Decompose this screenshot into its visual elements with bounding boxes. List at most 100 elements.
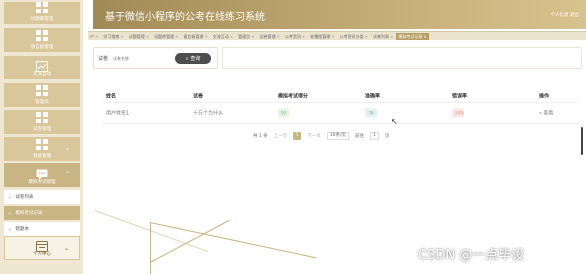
close-icon[interactable]: × — [302, 34, 305, 39]
column-header[interactable]: 试卷 — [193, 93, 203, 100]
tab-item[interactable]: 轮播图管理× — [308, 33, 336, 40]
grid-icon — [36, 30, 48, 41]
tab-item[interactable]: 管理员× — [236, 33, 256, 40]
decorative-line — [149, 219, 230, 263]
search-button[interactable]: ⌕ 查询 — [175, 53, 211, 64]
tab-strip: 户× 学习指南× 试题管理× 试题库管理× 留言板管理× 交流互动× 管理员× … — [88, 31, 586, 40]
sidebar-item-profile[interactable]: 个人中心 ⌄ — [4, 236, 80, 260]
sidebar-item-label: 模拟考试管理 — [28, 180, 56, 185]
close-icon[interactable]: × — [204, 34, 207, 39]
close-icon[interactable]: × — [230, 34, 233, 39]
tab-label: 轮播图管理 — [310, 33, 331, 39]
tab-item[interactable]: 户× — [88, 33, 100, 40]
close-icon[interactable]: × — [175, 34, 178, 39]
column-header[interactable]: 错误率 — [452, 93, 467, 100]
sidebar-item-system[interactable]: 系统管理 ⌄ — [4, 137, 80, 161]
tab-item[interactable]: 试卷管理× — [258, 33, 282, 40]
search-panel: 试卷 ⌕ 查询 — [93, 47, 218, 69]
column-header: 操作 — [539, 93, 550, 100]
column-header[interactable]: 准确率 — [365, 93, 380, 100]
search-toolbar-area — [222, 47, 582, 69]
tab-label: 公考资讯 — [284, 33, 301, 39]
user-links[interactable]: 个人信息 退出 — [551, 12, 579, 18]
trend-chart-icon — [36, 57, 48, 72]
sidebar-item-interaction[interactable]: 交流互动 — [4, 56, 80, 79]
sidebar-item-label: 留言板管理 — [30, 45, 54, 50]
tab-item-active[interactable]: 模拟考试记录× — [396, 32, 429, 40]
app-header: 基于微信小程序的公考在线练习系统 个人信息 退出 — [93, 0, 586, 29]
tab-label: 学习指南 — [103, 33, 120, 39]
goto-input[interactable]: 1 — [369, 131, 379, 140]
tab-item[interactable]: 试卷列表× — [371, 33, 395, 40]
tab-label: 公考资讯分类 — [339, 33, 364, 39]
tab-item[interactable]: 留言板管理× — [181, 33, 209, 40]
tab-item[interactable]: 学习指南× — [101, 33, 125, 40]
search-icon: ⌕ — [539, 110, 542, 117]
close-icon[interactable]: × — [251, 34, 254, 39]
sidebar-item-label: 系统管理 — [33, 154, 51, 159]
tab-item[interactable]: 公考资讯× — [283, 33, 307, 40]
close-icon[interactable]: × — [390, 34, 393, 39]
tab-label: 试题库管理 — [154, 33, 175, 39]
search-label: 试卷 — [98, 55, 109, 62]
chat-icon — [36, 165, 48, 180]
sidebar-item-exam-paper[interactable]: 试卷管理 — [4, 110, 80, 134]
table-row: 用户姓名1 十万个为什么 90 76 24% ⌕ 查看 — [103, 103, 578, 124]
sidebar-item-admin[interactable]: 管理员 — [4, 83, 80, 107]
sidebar-item-mock-exam[interactable]: 模拟考试管理 ⌃ — [4, 163, 80, 187]
error-rate-tag: 24% — [452, 108, 464, 118]
tab-label: 模拟考试记录 — [398, 33, 423, 39]
scrollbar[interactable] — [581, 127, 583, 155]
search-icon: ⌕ — [185, 55, 189, 62]
close-icon[interactable]: × — [331, 34, 334, 39]
cell-paper: 十万个为什么 — [193, 110, 224, 117]
tab-item[interactable]: 试题管理× — [127, 33, 151, 40]
chevron-up-icon: ⌃ — [64, 171, 70, 178]
cell-name: 用户姓名1 — [106, 110, 130, 117]
pagination: 共 1 条 上一页 1 下一页 10条/页 前往 1 页 — [253, 131, 389, 140]
mouse-pointer-icon: ↖ — [391, 117, 398, 126]
close-icon[interactable]: × — [95, 34, 98, 39]
close-icon[interactable]: × — [423, 34, 426, 39]
sidebar-item-label: 管理员 — [35, 100, 49, 105]
tab-item[interactable]: 试题库管理× — [152, 33, 180, 40]
sidebar-item-question-bank[interactable]: 试题库管理 — [4, 2, 80, 24]
sidebar-item-label: 交流互动 — [33, 72, 51, 77]
search-input[interactable] — [113, 52, 164, 64]
sidebar-item-message-board[interactable]: 留言板管理 — [4, 28, 80, 52]
search-button-label: 查询 — [190, 56, 201, 62]
sidebar-item-label: 个人中心 — [33, 252, 51, 257]
submenu-item-paper-list[interactable]: 试卷列表 — [4, 190, 80, 204]
page-number[interactable]: 1 — [293, 131, 302, 140]
app-title: 基于微信小程序的公考在线练习系统 — [105, 12, 265, 23]
tab-label: 试题管理 — [128, 33, 145, 39]
watermark: CSDN @一点毕设 — [418, 248, 525, 263]
tab-item[interactable]: 交流互动× — [211, 33, 235, 40]
total-count: 共 1 条 — [253, 133, 268, 139]
tab-label: 户 — [90, 33, 94, 39]
page-size-select[interactable]: 10条/页 — [326, 131, 349, 140]
view-button[interactable]: ⌕ 查看 — [539, 110, 553, 117]
close-icon[interactable]: × — [120, 34, 123, 39]
tab-item[interactable]: 公考资讯分类× — [338, 33, 370, 40]
score-tag: 90 — [278, 108, 289, 118]
submenu-item-wrong-book[interactable]: 错题本 — [4, 222, 80, 236]
goto-label: 前往 — [354, 133, 364, 139]
cell-accuracy: 76 — [365, 108, 377, 118]
tab-label: 留言板管理 — [183, 33, 204, 39]
id-card-icon — [36, 237, 48, 252]
next-page-button[interactable]: 下一页 — [307, 133, 321, 139]
prev-page-button[interactable]: 上一页 — [274, 133, 288, 139]
close-icon[interactable]: × — [146, 34, 149, 39]
close-icon[interactable]: × — [365, 34, 368, 39]
close-icon[interactable]: × — [277, 34, 280, 39]
sidebar-item-label: 试题库管理 — [30, 17, 54, 22]
cell-error-rate: 24% — [452, 108, 464, 118]
view-button-label: 查看 — [543, 110, 554, 117]
column-header[interactable]: 模拟考试得分 — [278, 93, 308, 100]
chevron-down-icon: ⌄ — [63, 245, 69, 252]
column-header[interactable]: 姓名 — [106, 93, 116, 100]
submenu-item-exam-records[interactable]: 模拟考试记录 — [4, 206, 80, 220]
tab-label: 交流互动 — [212, 33, 229, 39]
grid-icon — [36, 85, 48, 96]
